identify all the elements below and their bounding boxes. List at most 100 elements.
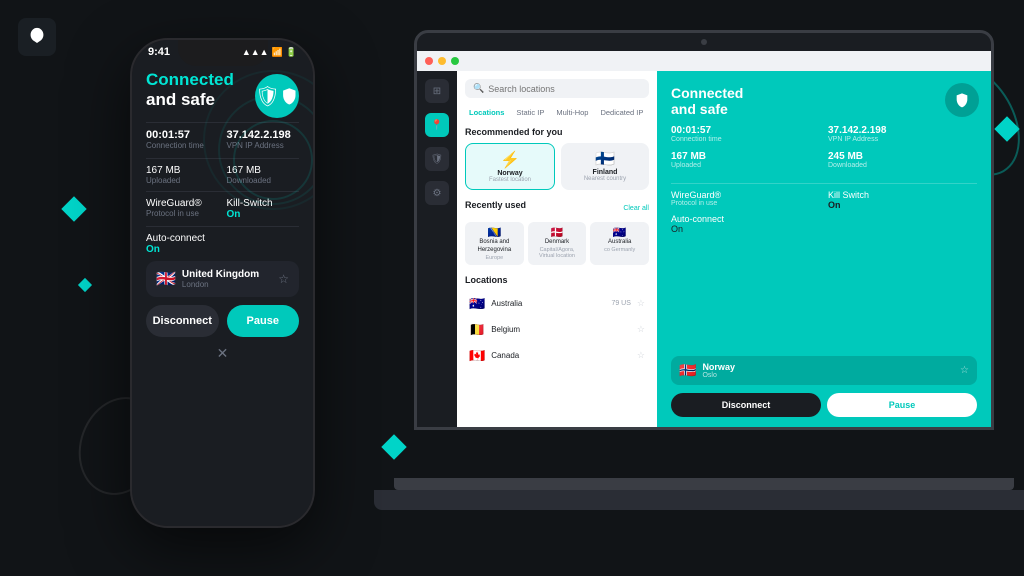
recently-header: Recently used Clear all — [465, 200, 649, 216]
phone-autoconnect: Auto-connect On — [146, 233, 299, 255]
recently-title: Recently used — [465, 200, 526, 210]
phone-loc-info: United Kingdom London — [182, 269, 272, 289]
tl-green[interactable] — [451, 57, 459, 65]
clear-all-link[interactable]: Clear all — [623, 205, 649, 212]
panel-ip-val: 37.142.2.198 — [828, 125, 977, 136]
vpn-app: ⊞ 📍 🛡 ⚙ 🔍 Locations Static IP — [417, 71, 991, 430]
phone-status-bar: 9:41 ▲▲▲ 📶 🔋 — [132, 46, 313, 58]
recent-flag-2: 🇦🇺 — [594, 226, 645, 239]
recent-desc-0: Europe — [469, 255, 520, 261]
recent-desc-2: co Germanly — [594, 247, 645, 253]
tab-multi-hop[interactable]: Multi-Hop — [552, 106, 592, 119]
deco-diamond-3 — [381, 434, 406, 459]
rec-item-norway[interactable]: ⚡ Norway Fastest location — [465, 143, 555, 190]
locations-title: Locations — [465, 275, 649, 285]
panel-action-buttons: Disconnect Pause — [671, 393, 977, 417]
sidebar-grid-icon[interactable]: ⊞ — [425, 79, 449, 103]
panel-auto-status: On — [671, 224, 977, 234]
vpn-search-input[interactable] — [488, 84, 641, 94]
phone-time: 9:41 — [148, 46, 170, 58]
vpn-sidebar: ⊞ 📍 🛡 ⚙ — [417, 71, 457, 430]
phone-close-button[interactable]: ✕ — [146, 345, 299, 362]
loc-flag-2: 🇨🇦 — [469, 348, 485, 364]
panel-protocol-val: WireGuard® — [671, 190, 820, 200]
wifi-icon: 📶 — [272, 47, 283, 58]
panel-killswitch: Kill Switch On — [828, 190, 977, 210]
phone-protocol: WireGuard® Protocol in use — [146, 198, 219, 220]
panel-stat-ip: 37.142.2.198 VPN IP Address — [828, 125, 977, 143]
location-item-2[interactable]: 🇨🇦 Canada ☆ — [465, 343, 649, 369]
phone-autoconnect-row: Auto-connect On — [146, 233, 299, 255]
panel-protocol: WireGuard® Protocol in use — [671, 190, 820, 210]
tl-red[interactable] — [425, 57, 433, 65]
phone-star-icon[interactable]: ☆ — [278, 272, 289, 286]
panel-protocol-row: WireGuard® Protocol in use Kill Switch O… — [671, 190, 977, 210]
panel-disconnect-button[interactable]: Disconnect — [671, 393, 821, 417]
deco-diamond-1 — [61, 196, 86, 221]
battery-icon: 🔋 — [286, 47, 297, 58]
vpn-tabs: Locations Static IP Multi-Hop Dedicated … — [465, 106, 649, 119]
panel-upload-val: 167 MB — [671, 151, 820, 162]
phone-protocol-val: WireGuard® — [146, 198, 219, 209]
phone-pause-button[interactable]: Pause — [227, 305, 300, 337]
location-item-0[interactable]: 🇦🇺 Australia 79 US ☆ — [465, 291, 649, 317]
laptop-camera — [701, 39, 707, 45]
tab-static-ip[interactable]: Static IP — [512, 106, 548, 119]
panel-ks-val: Kill Switch — [828, 190, 977, 200]
phone-upload-label: Uploaded — [146, 176, 219, 185]
sidebar-location-icon[interactable]: 📍 — [425, 113, 449, 137]
loc-name-0: Australia — [491, 299, 605, 308]
phone-location[interactable]: 🇬🇧 United Kingdom London ☆ — [146, 261, 299, 297]
surfshark-logo — [18, 18, 56, 56]
phone-mockup: 9:41 ▲▲▲ 📶 🔋 Connected and safe 00: — [130, 38, 315, 528]
vpn-search-icon: 🔍 — [473, 83, 484, 94]
tab-locations[interactable]: Locations — [465, 106, 508, 119]
panel-download-label: Downloaded — [828, 162, 977, 169]
phone-screen: 9:41 ▲▲▲ 📶 🔋 Connected and safe 00: — [132, 40, 313, 526]
phone-location-flag: 🇬🇧 — [156, 269, 176, 289]
location-item-1[interactable]: 🇧🇪 Belgium ☆ — [465, 317, 649, 343]
panel-ks-on: On — [828, 200, 977, 210]
panel-loc-city: Oslo — [702, 372, 954, 379]
tab-dedicated-ip[interactable]: Dedicated IP — [596, 106, 647, 119]
recent-name-2: Australia — [594, 239, 645, 247]
tl-yellow[interactable] — [438, 57, 446, 65]
phone-loc-country: United Kingdom — [182, 269, 272, 280]
rec-item-finland[interactable]: 🇫🇮 Finland Nearest country — [561, 143, 649, 190]
rec-finland-name: Finland — [567, 169, 643, 176]
recent-item-2[interactable]: 🇦🇺 Australia co Germanly — [590, 222, 649, 265]
panel-star-icon[interactable]: ☆ — [960, 365, 969, 376]
panel-time-val: 00:01:57 — [671, 125, 820, 136]
vpn-search-bar[interactable]: 🔍 — [465, 79, 649, 98]
laptop-mockup: ⊞ 📍 🛡 ⚙ 🔍 Locations Static IP — [414, 30, 994, 550]
phone-action-buttons: Disconnect Pause — [146, 305, 299, 337]
loc-star-1[interactable]: ☆ — [637, 324, 645, 335]
rec-norway-desc: Fastest location — [472, 177, 548, 183]
phone-auto-label: Auto-connect — [146, 233, 299, 244]
phone-protocol-label: Protocol in use — [146, 209, 219, 218]
laptop-bezel — [417, 33, 991, 51]
panel-location[interactable]: 🇳🇴 Norway Oslo ☆ — [671, 356, 977, 385]
traffic-lights — [417, 51, 991, 71]
vpn-recently-used: 🇧🇦 Bosnia and Herzegovina Europe 🇩🇰 Denm… — [465, 222, 649, 265]
loc-star-2[interactable]: ☆ — [637, 350, 645, 361]
panel-time-label: Connection time — [671, 136, 820, 143]
loc-name-1: Belgium — [491, 325, 631, 334]
sidebar-shield-icon[interactable]: 🛡 — [425, 147, 449, 171]
recent-flag-1: 🇩🇰 — [532, 226, 583, 239]
locations-list: 🇦🇺 Australia 79 US ☆ 🇧🇪 Belgium ☆ 🇨🇦 — [465, 291, 649, 369]
rec-finland-desc: Nearest country — [567, 176, 643, 182]
recent-item-0[interactable]: 🇧🇦 Bosnia and Herzegovina Europe — [465, 222, 524, 265]
phone-disconnect-button[interactable]: Disconnect — [146, 305, 219, 337]
panel-pause-button[interactable]: Pause — [827, 393, 977, 417]
loc-star-0[interactable]: ☆ — [637, 298, 645, 309]
loc-code-0: 79 US — [611, 300, 630, 307]
recent-desc-1: Capital/Agora, Virtual location — [532, 247, 583, 259]
panel-autoconnect: Auto-connect On — [671, 214, 977, 234]
recent-item-1[interactable]: 🇩🇰 Denmark Capital/Agora, Virtual locati… — [528, 222, 587, 265]
sidebar-gear-icon[interactable]: ⚙ — [425, 181, 449, 205]
phone-ks-status: On — [227, 209, 300, 220]
phone-shield-button[interactable] — [255, 74, 299, 118]
signal-icon: ▲▲▲ — [242, 47, 269, 57]
panel-stats-row1: 00:01:57 Connection time 37.142.2.198 VP… — [671, 125, 977, 143]
